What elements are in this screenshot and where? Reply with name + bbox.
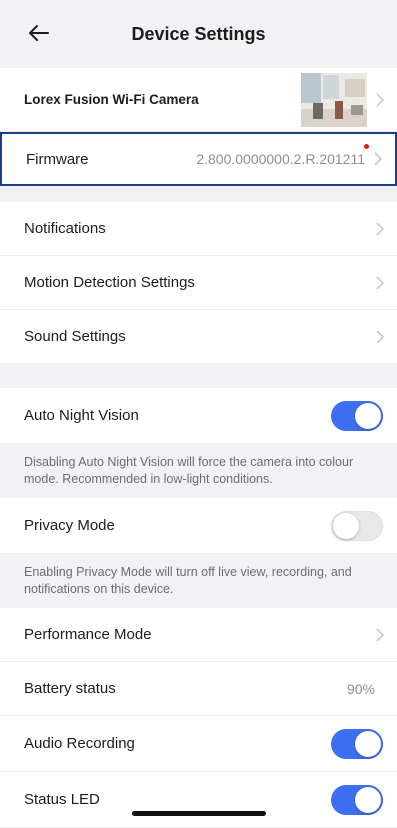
- privacy-mode-note: Enabling Privacy Mode will turn off live…: [0, 554, 397, 608]
- auto-night-vision-note: Disabling Auto Night Vision will force t…: [0, 444, 397, 498]
- chevron-right-icon: [376, 92, 385, 107]
- chevron-right-icon: [374, 152, 383, 166]
- status-led-label: Status LED: [24, 791, 100, 808]
- performance-mode-label: Performance Mode: [24, 626, 152, 643]
- chevron-right-icon: [376, 627, 385, 642]
- privacy-mode-row: Privacy Mode: [0, 498, 397, 554]
- firmware-row[interactable]: Firmware 2.800.0000000.2.R.201211: [0, 132, 397, 186]
- arrow-left-icon[interactable]: [26, 20, 52, 46]
- status-led-toggle[interactable]: [331, 784, 383, 815]
- motion-detection-row[interactable]: Motion Detection Settings: [0, 256, 397, 310]
- performance-mode-row[interactable]: Performance Mode: [0, 608, 397, 662]
- status-led-row: Status LED: [0, 772, 397, 828]
- camera-name: Lorex Fusion Wi-Fi Camera: [24, 92, 199, 107]
- auto-night-vision-row: Auto Night Vision: [0, 388, 397, 444]
- audio-recording-label: Audio Recording: [24, 735, 135, 752]
- section-gap: [0, 186, 397, 202]
- camera-row[interactable]: Lorex Fusion Wi-Fi Camera: [0, 68, 397, 132]
- motion-detection-label: Motion Detection Settings: [24, 274, 195, 291]
- chevron-right-icon: [376, 275, 385, 290]
- firmware-version: 2.800.0000000.2.R.201211: [196, 151, 365, 167]
- notifications-label: Notifications: [24, 220, 106, 237]
- chevron-right-icon: [376, 221, 385, 236]
- notifications-row[interactable]: Notifications: [0, 202, 397, 256]
- audio-recording-row: Audio Recording: [0, 716, 397, 772]
- battery-status-label: Battery status: [24, 680, 116, 697]
- auto-night-vision-label: Auto Night Vision: [24, 407, 139, 424]
- camera-thumbnail: [301, 72, 367, 127]
- battery-status-row: Battery status 90%: [0, 662, 397, 716]
- chevron-right-icon: [376, 329, 385, 344]
- privacy-mode-label: Privacy Mode: [24, 517, 115, 534]
- update-indicator-dot: [364, 144, 369, 149]
- privacy-mode-toggle[interactable]: [331, 510, 383, 541]
- sound-settings-row[interactable]: Sound Settings: [0, 310, 397, 364]
- battery-status-value: 90%: [346, 680, 375, 697]
- home-indicator: [132, 811, 266, 816]
- firmware-label: Firmware: [26, 150, 89, 168]
- page-title: Device Settings: [131, 23, 266, 44]
- section-gap: [0, 364, 397, 388]
- sound-settings-label: Sound Settings: [24, 328, 126, 345]
- header-bar: Device Settings: [0, 0, 397, 68]
- audio-recording-toggle[interactable]: [331, 728, 383, 759]
- auto-night-vision-toggle[interactable]: [331, 400, 383, 431]
